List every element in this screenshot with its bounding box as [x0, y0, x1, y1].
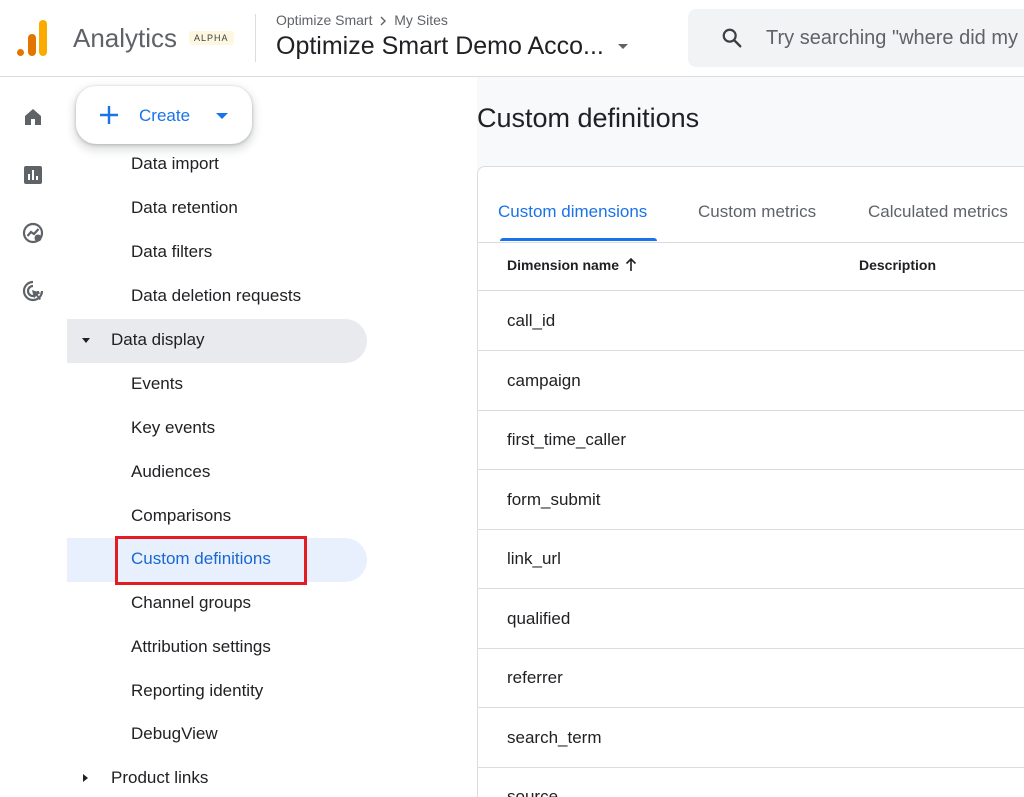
nav-item-debugview[interactable]: DebugView [67, 713, 367, 757]
nav-item-reporting-identity[interactable]: Reporting identity [67, 670, 367, 714]
caret-down-icon [216, 113, 228, 119]
breadcrumb-child[interactable]: My Sites [394, 12, 448, 28]
nav-item-label: DebugView [131, 724, 218, 743]
nav-item-data-import[interactable]: Data import [67, 143, 367, 187]
nav-item-attribution-settings[interactable]: Attribution settings [67, 626, 367, 670]
top-app-bar: Analytics ALPHA Optimize Smart My Sites … [0, 0, 1024, 77]
header-divider [255, 14, 256, 62]
column-header-dimension-name[interactable]: Dimension name [507, 257, 637, 273]
admin-nav: Create Data import Data retention Data f… [67, 77, 477, 797]
dimension-name-cell: call_id [507, 311, 556, 330]
nav-item-data-filters[interactable]: Data filters [67, 231, 367, 275]
nav-item-comparisons[interactable]: Comparisons [67, 495, 367, 539]
nav-item-data-deletion-requests[interactable]: Data deletion requests [67, 275, 367, 319]
definitions-card: Custom dimensions Custom metrics Calcula… [477, 166, 1024, 797]
caret-down-icon [617, 44, 628, 49]
dimension-name-cell: referrer [507, 668, 563, 687]
nav-item-label: Attribution settings [131, 637, 271, 656]
dimension-name-cell: qualified [507, 609, 571, 628]
chevron-right-icon [380, 16, 387, 26]
account-name: Optimize Smart Demo Acco... [276, 32, 604, 60]
nav-section-label: Data display [111, 330, 205, 349]
sort-arrow-up-icon [625, 258, 637, 271]
table-row[interactable]: search_term [478, 708, 1024, 768]
table-row[interactable]: campaign [478, 351, 1024, 411]
tab-custom-dimensions[interactable]: Custom dimensions [498, 202, 647, 222]
dimension-name-cell: form_submit [507, 490, 601, 509]
column-header-description[interactable]: Description [859, 257, 936, 273]
nav-section-product-links[interactable]: Product links [67, 757, 367, 797]
page-title: Custom definitions [477, 103, 700, 133]
highlight-box [115, 536, 307, 585]
nav-item-data-retention[interactable]: Data retention [67, 187, 367, 231]
create-button[interactable]: Create [76, 86, 252, 144]
home-icon[interactable] [21, 105, 45, 129]
table-row[interactable]: qualified [478, 589, 1024, 649]
collapse-arrow-icon [83, 774, 88, 782]
breadcrumb: Optimize Smart My Sites [276, 12, 448, 28]
reports-icon[interactable] [21, 163, 45, 187]
nav-item-label: Data filters [131, 242, 213, 261]
breadcrumb-parent[interactable]: Optimize Smart [276, 12, 372, 28]
analytics-logo[interactable] [17, 20, 49, 56]
dimension-name-cell: first_time_caller [507, 430, 627, 449]
app-name: Analytics [73, 23, 178, 53]
plus-icon [100, 106, 118, 124]
table-row[interactable]: call_id [478, 291, 1024, 351]
active-tab-indicator [500, 238, 657, 241]
table-row[interactable]: source [478, 767, 1024, 797]
nav-item-key-events[interactable]: Key events [67, 407, 367, 451]
advertising-icon[interactable] [21, 279, 45, 303]
account-selector[interactable]: Optimize Smart Demo Acco... [276, 32, 628, 61]
left-rail [0, 77, 68, 797]
table-row[interactable]: link_url [478, 529, 1024, 589]
nav-item-label: Events [131, 374, 183, 393]
search-bar[interactable] [688, 9, 1024, 67]
nav-item-label: Audiences [131, 462, 211, 481]
nav-item-label: Data import [131, 154, 219, 173]
nav-item-label: Data retention [131, 198, 238, 217]
nav-item-label: Data deletion requests [131, 286, 302, 305]
nav-item-label: Comparisons [131, 506, 232, 525]
search-icon [722, 28, 742, 48]
table-row[interactable]: form_submit [478, 470, 1024, 530]
main-content: Custom definitions Custom dimensions Cus… [477, 77, 1024, 797]
nav-section-data-display[interactable]: Data display [67, 319, 367, 363]
nav-item-label: Key events [131, 418, 216, 437]
dimension-name-cell: link_url [507, 549, 561, 568]
create-label: Create [139, 106, 191, 125]
tab-calculated-metrics[interactable]: Calculated metrics [868, 202, 1008, 222]
nav-item-label: Reporting identity [131, 681, 264, 700]
dimension-name-cell: source [507, 787, 559, 797]
alpha-badge: ALPHA [189, 31, 234, 45]
dimension-name-cell: campaign [507, 371, 581, 390]
search-input[interactable] [766, 23, 1024, 53]
nav-item-events[interactable]: Events [67, 363, 367, 407]
table-row[interactable]: referrer [478, 648, 1024, 708]
nav-section-label: Product links [111, 768, 209, 787]
dimension-name-cell: search_term [507, 728, 602, 747]
table-row[interactable]: first_time_caller [478, 410, 1024, 470]
column-header-label: Dimension name [507, 257, 620, 273]
table-header: Dimension name Description [478, 243, 1024, 291]
nav-item-audiences[interactable]: Audiences [67, 451, 367, 495]
tab-bar: Custom dimensions Custom metrics Calcula… [478, 167, 1024, 243]
explore-icon[interactable] [21, 221, 45, 245]
expand-arrow-icon [82, 338, 90, 343]
nav-item-channel-groups[interactable]: Channel groups [67, 582, 367, 626]
nav-item-label: Channel groups [131, 593, 252, 612]
tab-custom-metrics[interactable]: Custom metrics [698, 202, 816, 222]
